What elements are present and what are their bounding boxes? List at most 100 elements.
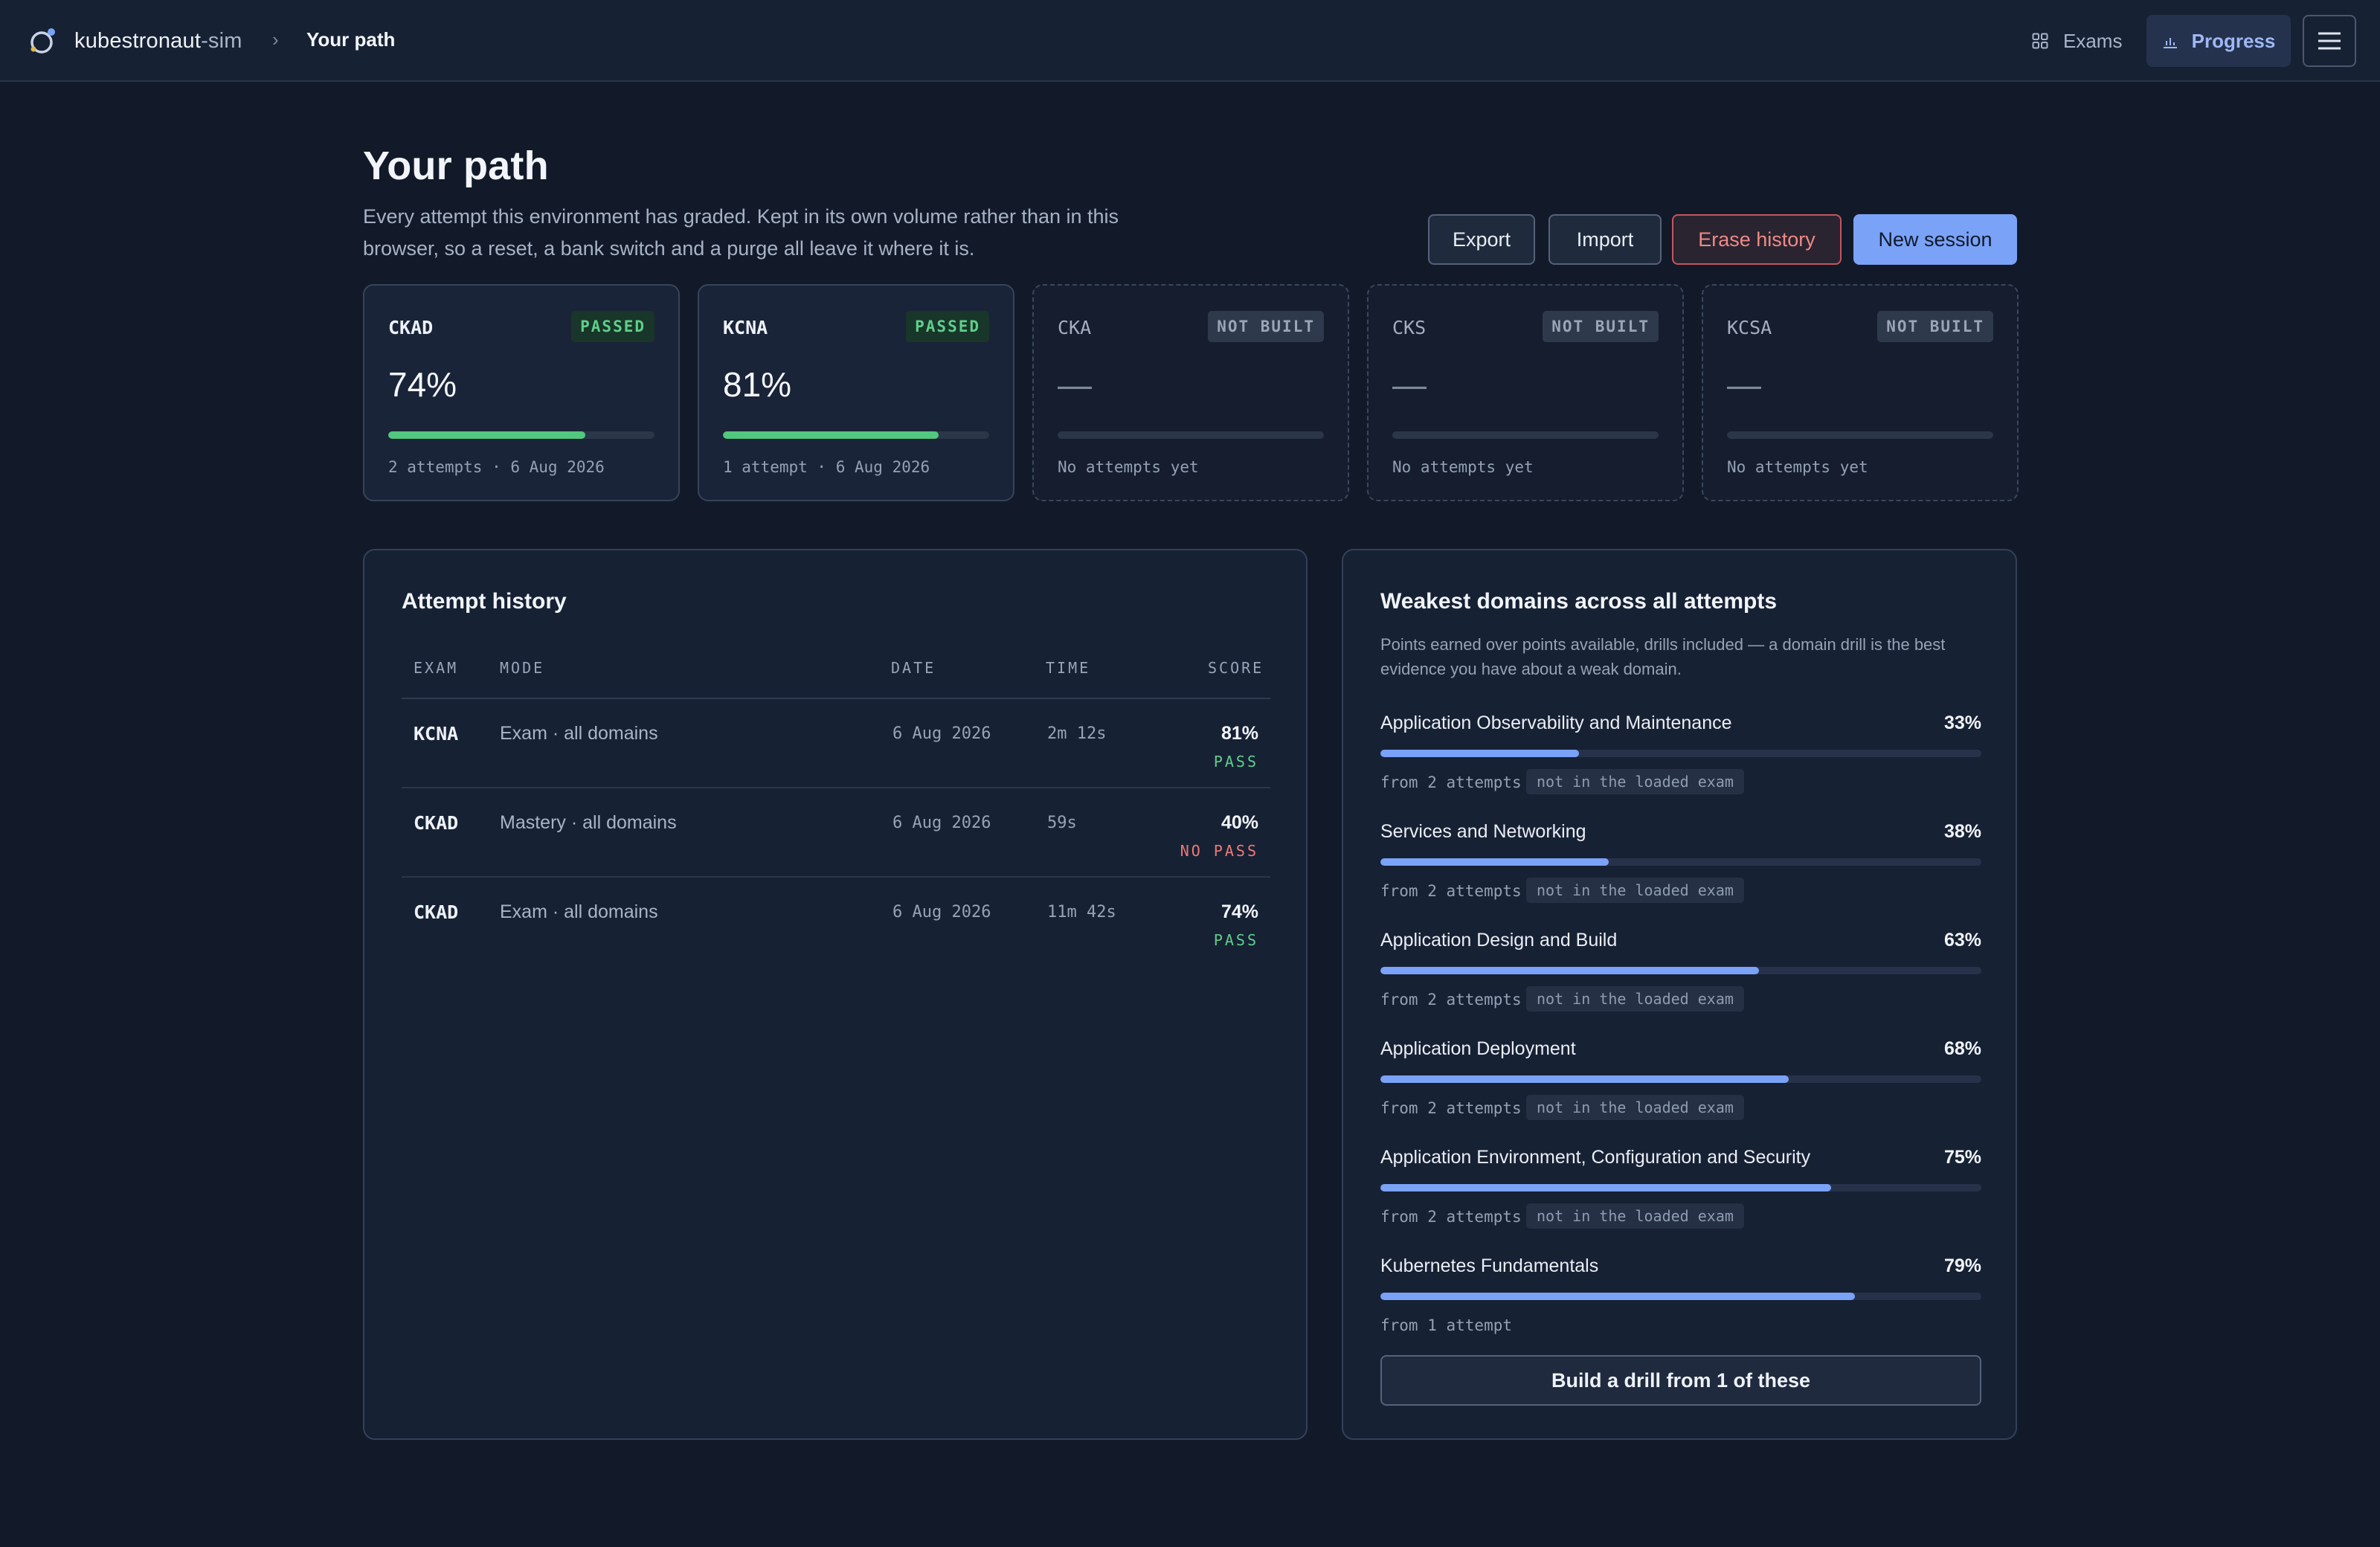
domain-name: Application Environment, Configuration a… — [1380, 1147, 1811, 1168]
domain-name: Services and Networking — [1380, 821, 1586, 842]
row-result: NO PASS — [1180, 842, 1258, 860]
exam-meta: 1 attempt · 6 Aug 2026 — [723, 458, 930, 476]
brand-name: kubestronaut-sim — [74, 28, 242, 53]
exam-code: KCSA — [1727, 317, 1772, 338]
row-date: 6 Aug 2026 — [892, 903, 991, 922]
column-header-date: DATE — [891, 659, 936, 677]
domain-tag: not in the loaded exam — [1526, 986, 1744, 1012]
domain-bar-fill — [1380, 967, 1760, 974]
exam-score: — — [1058, 365, 1092, 404]
domain-bar — [1380, 858, 1981, 866]
row-result: PASS — [1213, 931, 1258, 949]
row-result: PASS — [1213, 753, 1258, 771]
score-bar — [1392, 431, 1659, 439]
domain-name: Application Observability and Maintenanc… — [1380, 713, 1732, 733]
domain-item: Application Observability and Maintenanc… — [1380, 713, 1981, 817]
attempt-history-panel: Attempt history EXAM MODE DATE TIME SCOR… — [363, 549, 1308, 1440]
domain-bar-fill — [1380, 1184, 1831, 1191]
row-score: 40% — [1220, 812, 1258, 833]
domain-tag: not in the loaded exam — [1526, 769, 1744, 794]
hamburger-icon — [2318, 32, 2341, 50]
nav-exams[interactable]: Exams — [2019, 15, 2146, 67]
domain-tag: not in the loaded exam — [1526, 1095, 1744, 1120]
nav-exams-label: Exams — [2063, 29, 2123, 52]
score-bar — [723, 431, 989, 439]
exam-meta: 2 attempts · 6 Aug 2026 — [388, 458, 605, 476]
build-drill-button[interactable]: Build a drill from 1 of these — [1380, 1355, 1981, 1406]
domain-percent: 33% — [1943, 713, 1981, 733]
page-description: Every attempt this environment has grade… — [363, 205, 1119, 260]
domain-name: Application Deployment — [1380, 1038, 1576, 1059]
erase-history-button[interactable]: Erase history — [1672, 214, 1842, 265]
column-header-mode: MODE — [500, 659, 545, 677]
exam-card-kcna[interactable]: KCNA PASSED 81% 1 attempt · 6 Aug 2026 — [698, 284, 1014, 501]
exam-card-ckad[interactable]: CKAD PASSED 74% 2 attempts · 6 Aug 2026 — [363, 284, 680, 501]
grid-icon — [2032, 33, 2048, 49]
domain-attempts: from 2 attempts — [1380, 882, 1522, 900]
column-header-score: SCORE — [1208, 659, 1264, 677]
menu-button[interactable] — [2303, 15, 2356, 67]
domain-attempts: from 1 attempt — [1380, 1316, 1513, 1334]
domain-bar — [1380, 1184, 1981, 1191]
row-date: 6 Aug 2026 — [892, 814, 991, 832]
row-exam: CKAD — [414, 901, 459, 923]
exam-code: KCNA — [723, 317, 768, 338]
status-badge: NOT BUILT — [1877, 311, 1993, 342]
domain-name: Application Design and Build — [1380, 930, 1618, 951]
exam-card-cks: CKS NOT BUILT — No attempts yet — [1367, 284, 1684, 501]
row-date: 6 Aug 2026 — [892, 724, 991, 743]
exam-code: CKA — [1058, 317, 1092, 338]
exam-score: 74% — [388, 365, 457, 404]
score-bar-fill — [388, 431, 585, 439]
status-badge: NOT BUILT — [1208, 311, 1324, 342]
row-exam: CKAD — [414, 812, 459, 834]
table-row[interactable]: CKAD Exam · all domains 6 Aug 2026 11m 4… — [402, 878, 1270, 967]
domain-percent: 79% — [1943, 1255, 1981, 1276]
exam-score: 81% — [723, 365, 792, 404]
new-session-button[interactable]: New session — [1853, 214, 2017, 265]
status-badge: PASSED — [906, 311, 989, 342]
domain-bar-fill — [1380, 1293, 1856, 1300]
export-button[interactable]: Export — [1428, 214, 1535, 265]
domain-name: Kubernetes Fundamentals — [1380, 1255, 1599, 1276]
row-time: 11m 42s — [1047, 903, 1116, 922]
exam-meta: No attempts yet — [1058, 458, 1199, 476]
domain-bar-fill — [1380, 1075, 1789, 1083]
domain-tag: not in the loaded exam — [1526, 1203, 1744, 1229]
domain-bar-fill — [1380, 750, 1579, 757]
row-score: 74% — [1220, 901, 1258, 922]
import-button[interactable]: Import — [1548, 214, 1662, 265]
row-mode: Mastery · all domains — [500, 812, 677, 833]
nav-progress[interactable]: Progress — [2146, 15, 2291, 67]
domain-percent: 38% — [1943, 821, 1981, 842]
exam-score: — — [1392, 365, 1427, 404]
exam-code: CKS — [1392, 317, 1427, 338]
score-bar-fill — [723, 431, 939, 439]
status-badge: NOT BUILT — [1543, 311, 1659, 342]
exam-card-cka: CKA NOT BUILT — No attempts yet — [1032, 284, 1349, 501]
table-row[interactable]: KCNA Exam · all domains 6 Aug 2026 2m 12… — [402, 699, 1270, 788]
domain-item: Application Design and Build 63% from 2 … — [1380, 930, 1981, 1034]
domain-item: Kubernetes Fundamentals 79% from 1 attem… — [1380, 1255, 1981, 1360]
row-time: 59s — [1047, 814, 1077, 832]
domain-tag: not in the loaded exam — [1526, 878, 1744, 903]
breadcrumb-current: Your path — [306, 28, 396, 51]
domain-percent: 68% — [1943, 1038, 1981, 1059]
domain-percent: 63% — [1943, 930, 1981, 951]
domain-bar — [1380, 1075, 1981, 1083]
bar-chart-icon — [2163, 38, 2177, 48]
brand[interactable]: kubestronaut-sim — [27, 21, 242, 61]
page-title: Your path — [363, 144, 549, 188]
panel-title: Weakest domains across all attempts — [1380, 589, 1777, 614]
exam-score: — — [1727, 365, 1761, 404]
domain-attempts: from 2 attempts — [1380, 1208, 1522, 1226]
column-header-time: TIME — [1046, 659, 1091, 677]
domain-attempts: from 2 attempts — [1380, 774, 1522, 791]
exam-meta: No attempts yet — [1392, 458, 1534, 476]
domain-item: Services and Networking 38% from 2 attem… — [1380, 821, 1981, 925]
table-row[interactable]: CKAD Mastery · all domains 6 Aug 2026 59… — [402, 788, 1270, 878]
row-mode: Exam · all domains — [500, 901, 658, 922]
column-header-exam: EXAM — [414, 659, 459, 677]
score-bar — [1058, 431, 1324, 439]
row-score: 81% — [1220, 723, 1258, 744]
